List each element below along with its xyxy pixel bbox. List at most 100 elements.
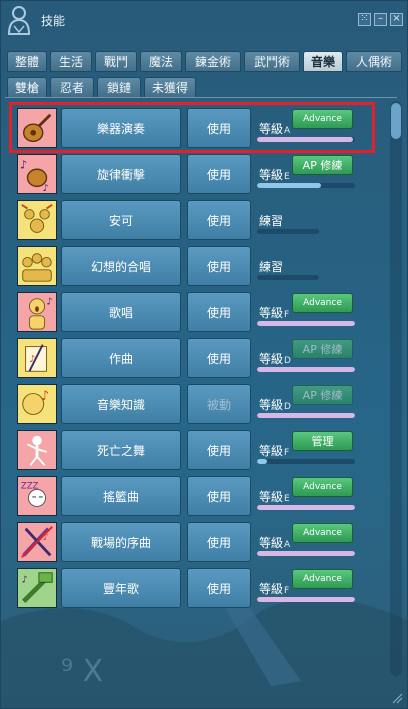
tab-combat[interactable]: 戰鬥 <box>95 51 137 72</box>
skill-level: 等級E <box>259 166 290 183</box>
tab-alchemy[interactable]: 鍊金術 <box>185 51 241 72</box>
melody-shock-icon[interactable]: ♪ ♪ <box>17 154 57 194</box>
use-button[interactable]: 使用 <box>187 522 251 562</box>
svg-text:ZZZ: ZZZ <box>21 481 39 491</box>
settings-button[interactable]: ⁙ <box>358 13 371 26</box>
exp-bar-fill <box>257 597 355 602</box>
exp-bar-fill <box>257 459 267 464</box>
lullaby-icon[interactable]: ZZZ <box>17 476 57 516</box>
use-button[interactable]: 使用 <box>187 430 251 470</box>
use-button[interactable]: 使用 <box>187 476 251 516</box>
dance-of-death-icon[interactable] <box>17 430 57 470</box>
exp-bar-fill <box>257 413 355 418</box>
skill-name-button[interactable]: 旋律衝擊 <box>61 154 181 194</box>
advance-button[interactable]: Advance <box>292 569 353 589</box>
exp-bar-fill <box>257 321 355 326</box>
tab-puppetry[interactable]: 人偶術 <box>346 51 402 72</box>
chorus-icon[interactable] <box>17 246 57 286</box>
skill-level: 等級F <box>259 304 289 321</box>
exp-bar-fill <box>257 183 321 188</box>
skill-name-button[interactable]: 作曲 <box>61 338 181 378</box>
battlefield-overture-icon[interactable]: ♪ <box>17 522 57 562</box>
tab-martial-arts[interactable]: 武鬥術 <box>244 51 300 72</box>
skill-name-button[interactable]: 幻想的合唱 <box>61 246 181 286</box>
use-button[interactable]: 使用 <box>187 246 251 286</box>
use-button[interactable]: 使用 <box>187 338 251 378</box>
skill-name-button[interactable]: 豐年歌 <box>61 568 181 608</box>
skill-level: 等級A <box>259 534 290 551</box>
level-grade: D <box>284 356 291 366</box>
manage-button[interactable]: 管理 <box>292 431 353 451</box>
level-grade: E <box>284 172 290 182</box>
level-label: 等級 <box>259 398 284 412</box>
level-label: 練習 <box>259 214 284 228</box>
svg-text:♪: ♪ <box>22 574 28 585</box>
exp-bar <box>257 597 355 602</box>
svg-text:♪: ♪ <box>43 183 49 193</box>
category-tabs-secondary: 雙槍 忍者 鎖鏈 未獲得 <box>7 77 405 98</box>
scrollbar-thumb[interactable] <box>391 103 401 139</box>
level-label: 等級 <box>259 490 284 504</box>
singing-icon[interactable]: ♪ <box>17 292 57 332</box>
svg-text:⁹ X: ⁹ X <box>61 654 103 689</box>
tab-magic[interactable]: 魔法 <box>140 51 182 72</box>
skill-row: ZZZ 搖籃曲 使用 等級E Advance <box>15 476 375 518</box>
minimize-icon: – <box>378 13 383 24</box>
ap-training-button[interactable]: AP 修練 <box>292 155 353 175</box>
exp-bar <box>257 275 319 280</box>
tab-ninja[interactable]: 忍者 <box>50 77 94 98</box>
exp-bar <box>257 321 355 326</box>
resize-grip-icon[interactable] <box>391 692 403 704</box>
use-button[interactable]: 使用 <box>187 154 251 194</box>
use-button[interactable]: 使用 <box>187 200 251 240</box>
title-bar[interactable]: 技能 ⁙ – × <box>1 1 407 41</box>
scrollbar-track[interactable] <box>390 101 402 676</box>
skill-row: ♪ 戰場的序曲 使用 等級A Advance <box>15 522 375 564</box>
exp-bar <box>257 229 319 234</box>
advance-button[interactable]: Advance <box>292 293 353 313</box>
grid-icon: ⁙ <box>360 13 369 24</box>
harvest-song-icon[interactable]: ♪ <box>17 568 57 608</box>
ap-training-button[interactable]: AP 修練 <box>292 385 353 405</box>
level-label: 等級 <box>259 582 284 596</box>
selection-highlight <box>9 102 375 153</box>
skill-row: 安可 使用 練習 <box>15 200 375 242</box>
skill-name-button[interactable]: 搖籃曲 <box>61 476 181 516</box>
skill-row: ♪ 豐年歌 使用 等級F Advance <box>15 568 375 610</box>
skill-row: 幻想的合唱 使用 練習 <box>15 246 375 288</box>
tab-divider <box>5 97 397 98</box>
level-label: 練習 <box>259 260 284 274</box>
exp-bar <box>257 505 355 510</box>
tab-chain[interactable]: 鎖鏈 <box>97 77 141 98</box>
tab-dual-guns[interactable]: 雙槍 <box>7 77 47 98</box>
skill-name-button[interactable]: 歌唱 <box>61 292 181 332</box>
music-knowledge-icon[interactable]: ♪ <box>17 384 57 424</box>
ap-training-button[interactable]: AP 修練 <box>292 339 353 359</box>
passive-label: 被動 <box>187 384 251 424</box>
close-button[interactable]: × <box>390 13 403 26</box>
minimize-button[interactable]: – <box>374 13 387 26</box>
use-button[interactable]: 使用 <box>187 568 251 608</box>
skill-window: ⁹ X 技能 ⁙ – × 整體 生活 戰鬥 魔法 鍊金術 武鬥術 音樂 人偶術 … <box>0 0 408 709</box>
skill-name-button[interactable]: 音樂知識 <box>61 384 181 424</box>
skill-name-button[interactable]: 安可 <box>61 200 181 240</box>
level-grade: A <box>284 540 291 550</box>
level-label: 等級 <box>259 306 284 320</box>
tab-music[interactable]: 音樂 <box>303 51 343 72</box>
level-grade: F <box>284 448 290 458</box>
skill-level: 等級F <box>259 442 289 459</box>
encore-icon[interactable] <box>17 200 57 240</box>
composing-icon[interactable]: ♪ <box>17 338 57 378</box>
skill-name-button[interactable]: 死亡之舞 <box>61 430 181 470</box>
exp-bar <box>257 413 355 418</box>
advance-button[interactable]: Advance <box>292 477 353 497</box>
level-label: 等級 <box>259 536 284 550</box>
tab-all[interactable]: 整體 <box>7 51 47 72</box>
tab-life[interactable]: 生活 <box>50 51 92 72</box>
exp-bar <box>257 551 355 556</box>
skill-name-button[interactable]: 戰場的序曲 <box>61 522 181 562</box>
tab-unobtained[interactable]: 未獲得 <box>144 77 196 98</box>
advance-button[interactable]: Advance <box>292 523 353 543</box>
skill-row: 死亡之舞 使用 等級F 管理 <box>15 430 375 472</box>
use-button[interactable]: 使用 <box>187 292 251 332</box>
